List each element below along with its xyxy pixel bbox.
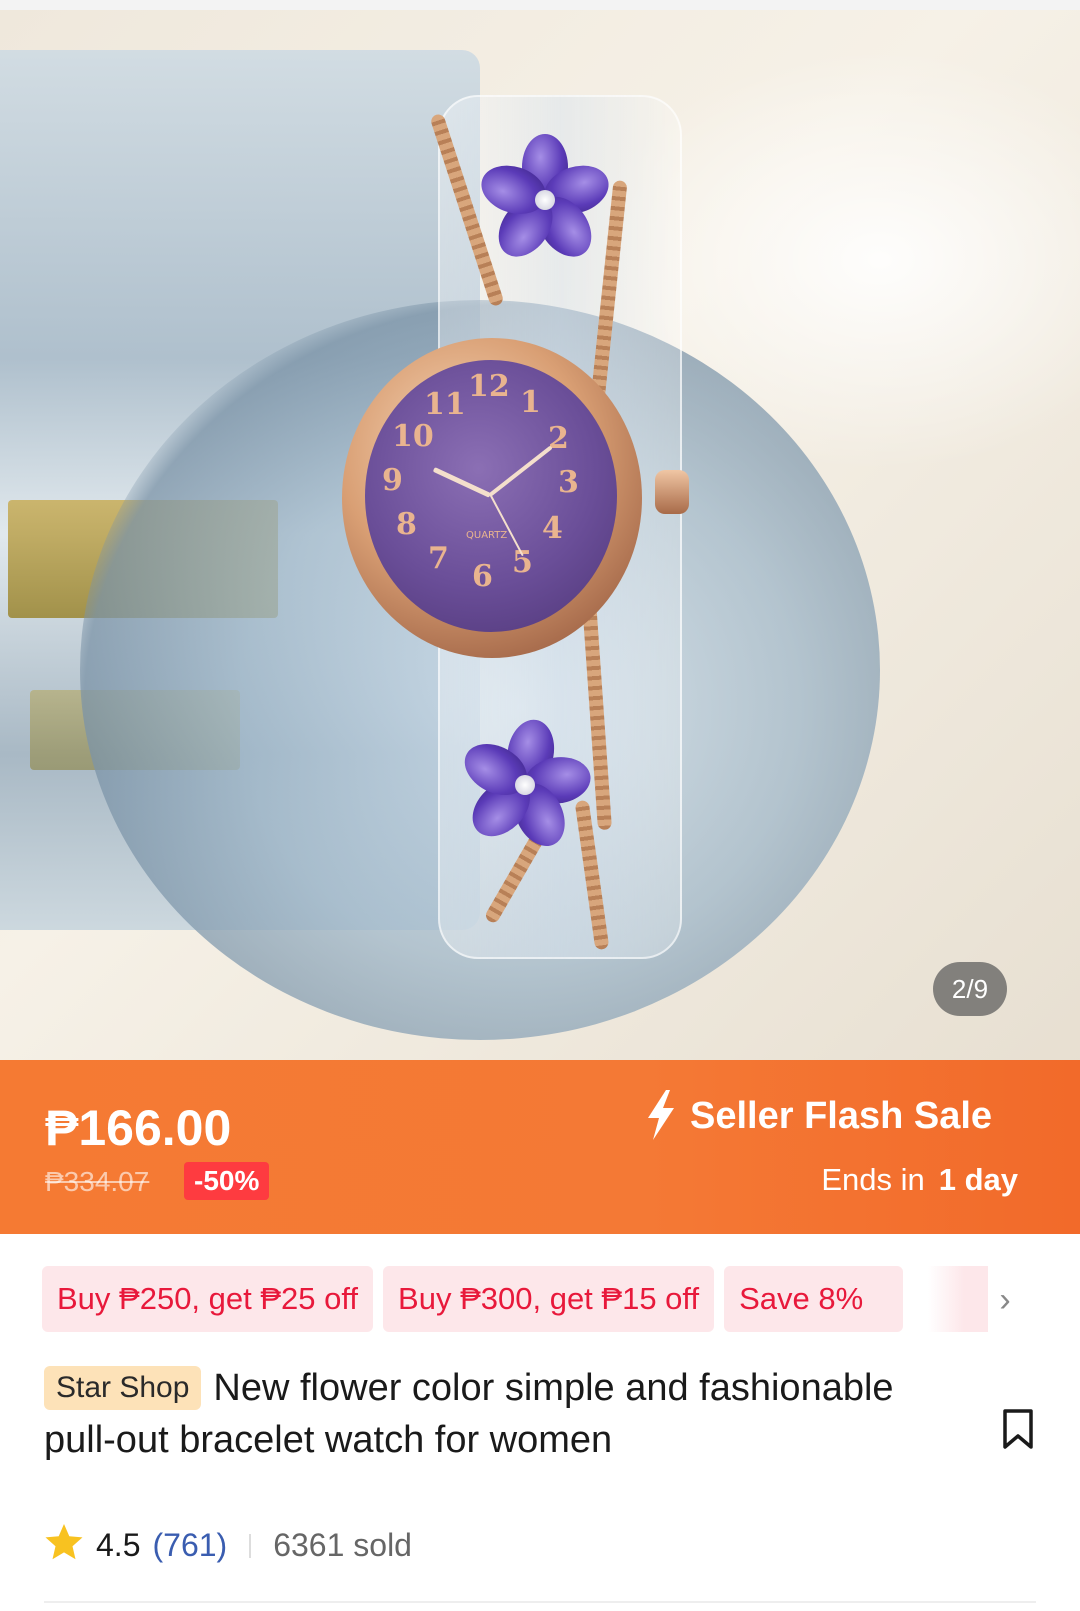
- dial-number: 4: [542, 511, 563, 546]
- dial-number: 10: [392, 419, 434, 454]
- product-title: Star Shop New flower color simple and fas…: [44, 1362, 974, 1466]
- dial-number: 7: [428, 541, 449, 576]
- flash-sale-label[interactable]: Seller Flash Sale: [690, 1094, 992, 1138]
- bookmark-icon[interactable]: [1000, 1408, 1036, 1450]
- watch-crown: [655, 470, 689, 514]
- current-price: ₱166.00: [45, 1100, 232, 1156]
- dial-brand: QUARTZ: [466, 530, 508, 541]
- star-icon: [45, 1524, 83, 1560]
- image-counter: 2/9: [933, 962, 1007, 1016]
- rating-value: 4.5: [96, 1527, 141, 1563]
- product-page: 12 1 2 3 4 5 6 7 8 9 10 11 QUARTZ 2/9 ₱1…: [0, 0, 1080, 1611]
- shop-badge: Star Shop: [44, 1366, 202, 1410]
- flash-sale-countdown: Ends in 1 day: [821, 1160, 1018, 1200]
- voucher-chip[interactable]: Buy ₱250, get ₱25 off: [42, 1266, 374, 1332]
- dial-number: 6: [472, 559, 493, 594]
- dial-number: 12: [468, 369, 510, 404]
- dial-number: 8: [396, 507, 417, 542]
- crystal-flower: [465, 120, 625, 280]
- crystal-flower: [440, 700, 610, 870]
- dial-number: 9: [382, 463, 403, 498]
- sold-count: 6361 sold: [273, 1527, 412, 1563]
- voucher-chip[interactable]: Buy ₱300, get ₱15 off: [383, 1266, 715, 1332]
- section-divider: [44, 1601, 1036, 1603]
- dial-number: 3: [558, 465, 579, 500]
- chevron-right-icon[interactable]: ›: [988, 1280, 1022, 1320]
- review-count[interactable]: (761): [152, 1527, 227, 1563]
- voucher-list: Buy ₱250, get ₱25 off Buy ₱300, get ₱15 o…: [42, 1266, 1042, 1332]
- dial-number: 1: [520, 385, 541, 420]
- discount-badge: -50%: [184, 1162, 270, 1200]
- voucher-chip[interactable]: Save 8%: [724, 1266, 904, 1332]
- lightning-icon: [648, 1090, 674, 1140]
- countdown-value: 1 day: [938, 1162, 1018, 1197]
- dial-number: 11: [424, 387, 466, 422]
- original-price: ₱334.07: [45, 1166, 150, 1197]
- countdown-prefix: Ends in: [821, 1162, 925, 1197]
- voucher-fade: [928, 1266, 988, 1332]
- top-strip: [0, 0, 1080, 10]
- rating-row[interactable]: 4.5 (761) 6361 sold: [44, 1522, 412, 1568]
- product-image[interactable]: 12 1 2 3 4 5 6 7 8 9 10 11 QUARTZ 2/9: [0, 0, 1080, 1088]
- divider: [249, 1534, 252, 1558]
